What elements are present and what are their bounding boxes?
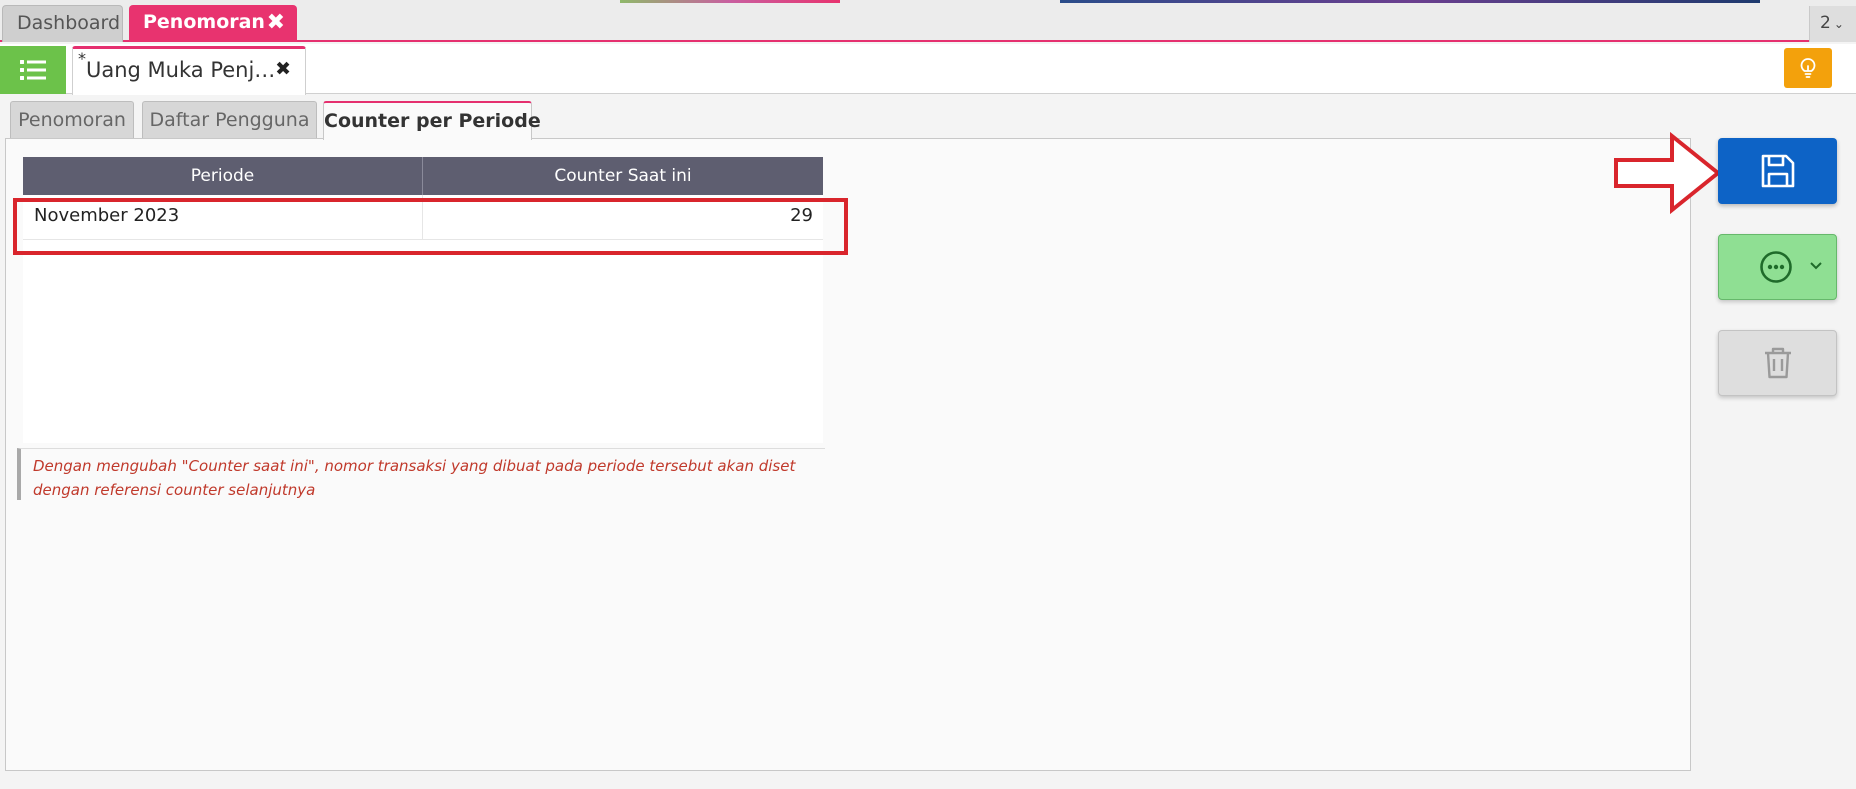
document-tab[interactable]: * Uang Muka Penj… ✖	[72, 46, 306, 95]
tab-counter-per-periode[interactable]: Counter per Periode	[323, 101, 541, 140]
banner-decoration	[620, 0, 840, 3]
save-button[interactable]	[1718, 138, 1837, 204]
arrow-annotation	[1614, 131, 1722, 215]
column-header-periode[interactable]: Periode	[23, 157, 423, 195]
tab-label: Penomoran	[18, 109, 126, 131]
tab-label: Daftar Pengguna	[149, 109, 310, 131]
ellipsis-circle-icon	[1760, 251, 1792, 283]
banner-decoration	[1060, 0, 1760, 3]
grid-header: Periode Counter Saat ini	[23, 157, 823, 195]
app-tab-label: Dashboard	[17, 12, 121, 34]
tab-count-dropdown[interactable]: 2 ⌄	[1809, 6, 1856, 42]
document-tab-label: Uang Muka Penj…	[86, 58, 276, 82]
list-icon	[20, 60, 46, 80]
document-tab-strip: * Uang Muka Penj… ✖	[0, 44, 1856, 95]
tab-count-value: 2	[1820, 13, 1831, 33]
trash-icon	[1764, 347, 1791, 379]
tab-daftar-pengguna[interactable]: Daftar Pengguna	[142, 101, 317, 139]
info-note: Dengan mengubah "Counter saat ini", nomo…	[17, 448, 825, 500]
floppy-disk-icon	[1761, 154, 1794, 188]
app-tab-penomoran[interactable]: Penomoran ✖	[129, 5, 297, 42]
app-tab-label: Penomoran	[143, 11, 265, 33]
lightbulb-icon	[1800, 58, 1816, 78]
column-header-counter[interactable]: Counter Saat ini	[423, 157, 823, 195]
app-tab-dashboard[interactable]: Dashboard	[2, 5, 123, 42]
tip-button[interactable]	[1784, 48, 1832, 88]
tab-penomoran[interactable]: Penomoran	[10, 101, 134, 139]
delete-button[interactable]	[1718, 330, 1837, 396]
menu-button[interactable]	[0, 46, 66, 94]
close-icon[interactable]: ✖	[275, 58, 291, 80]
chevron-down-icon	[1810, 262, 1822, 270]
highlight-annotation	[13, 198, 848, 255]
more-actions-button[interactable]	[1718, 234, 1837, 300]
unsaved-marker: *	[78, 49, 86, 68]
chevron-down-icon: ⌄	[1833, 17, 1844, 31]
tab-label: Counter per Periode	[324, 110, 541, 132]
close-icon[interactable]: ✖	[267, 5, 285, 40]
app-tab-strip: Dashboard Penomoran ✖ 2 ⌄	[0, 0, 1856, 42]
